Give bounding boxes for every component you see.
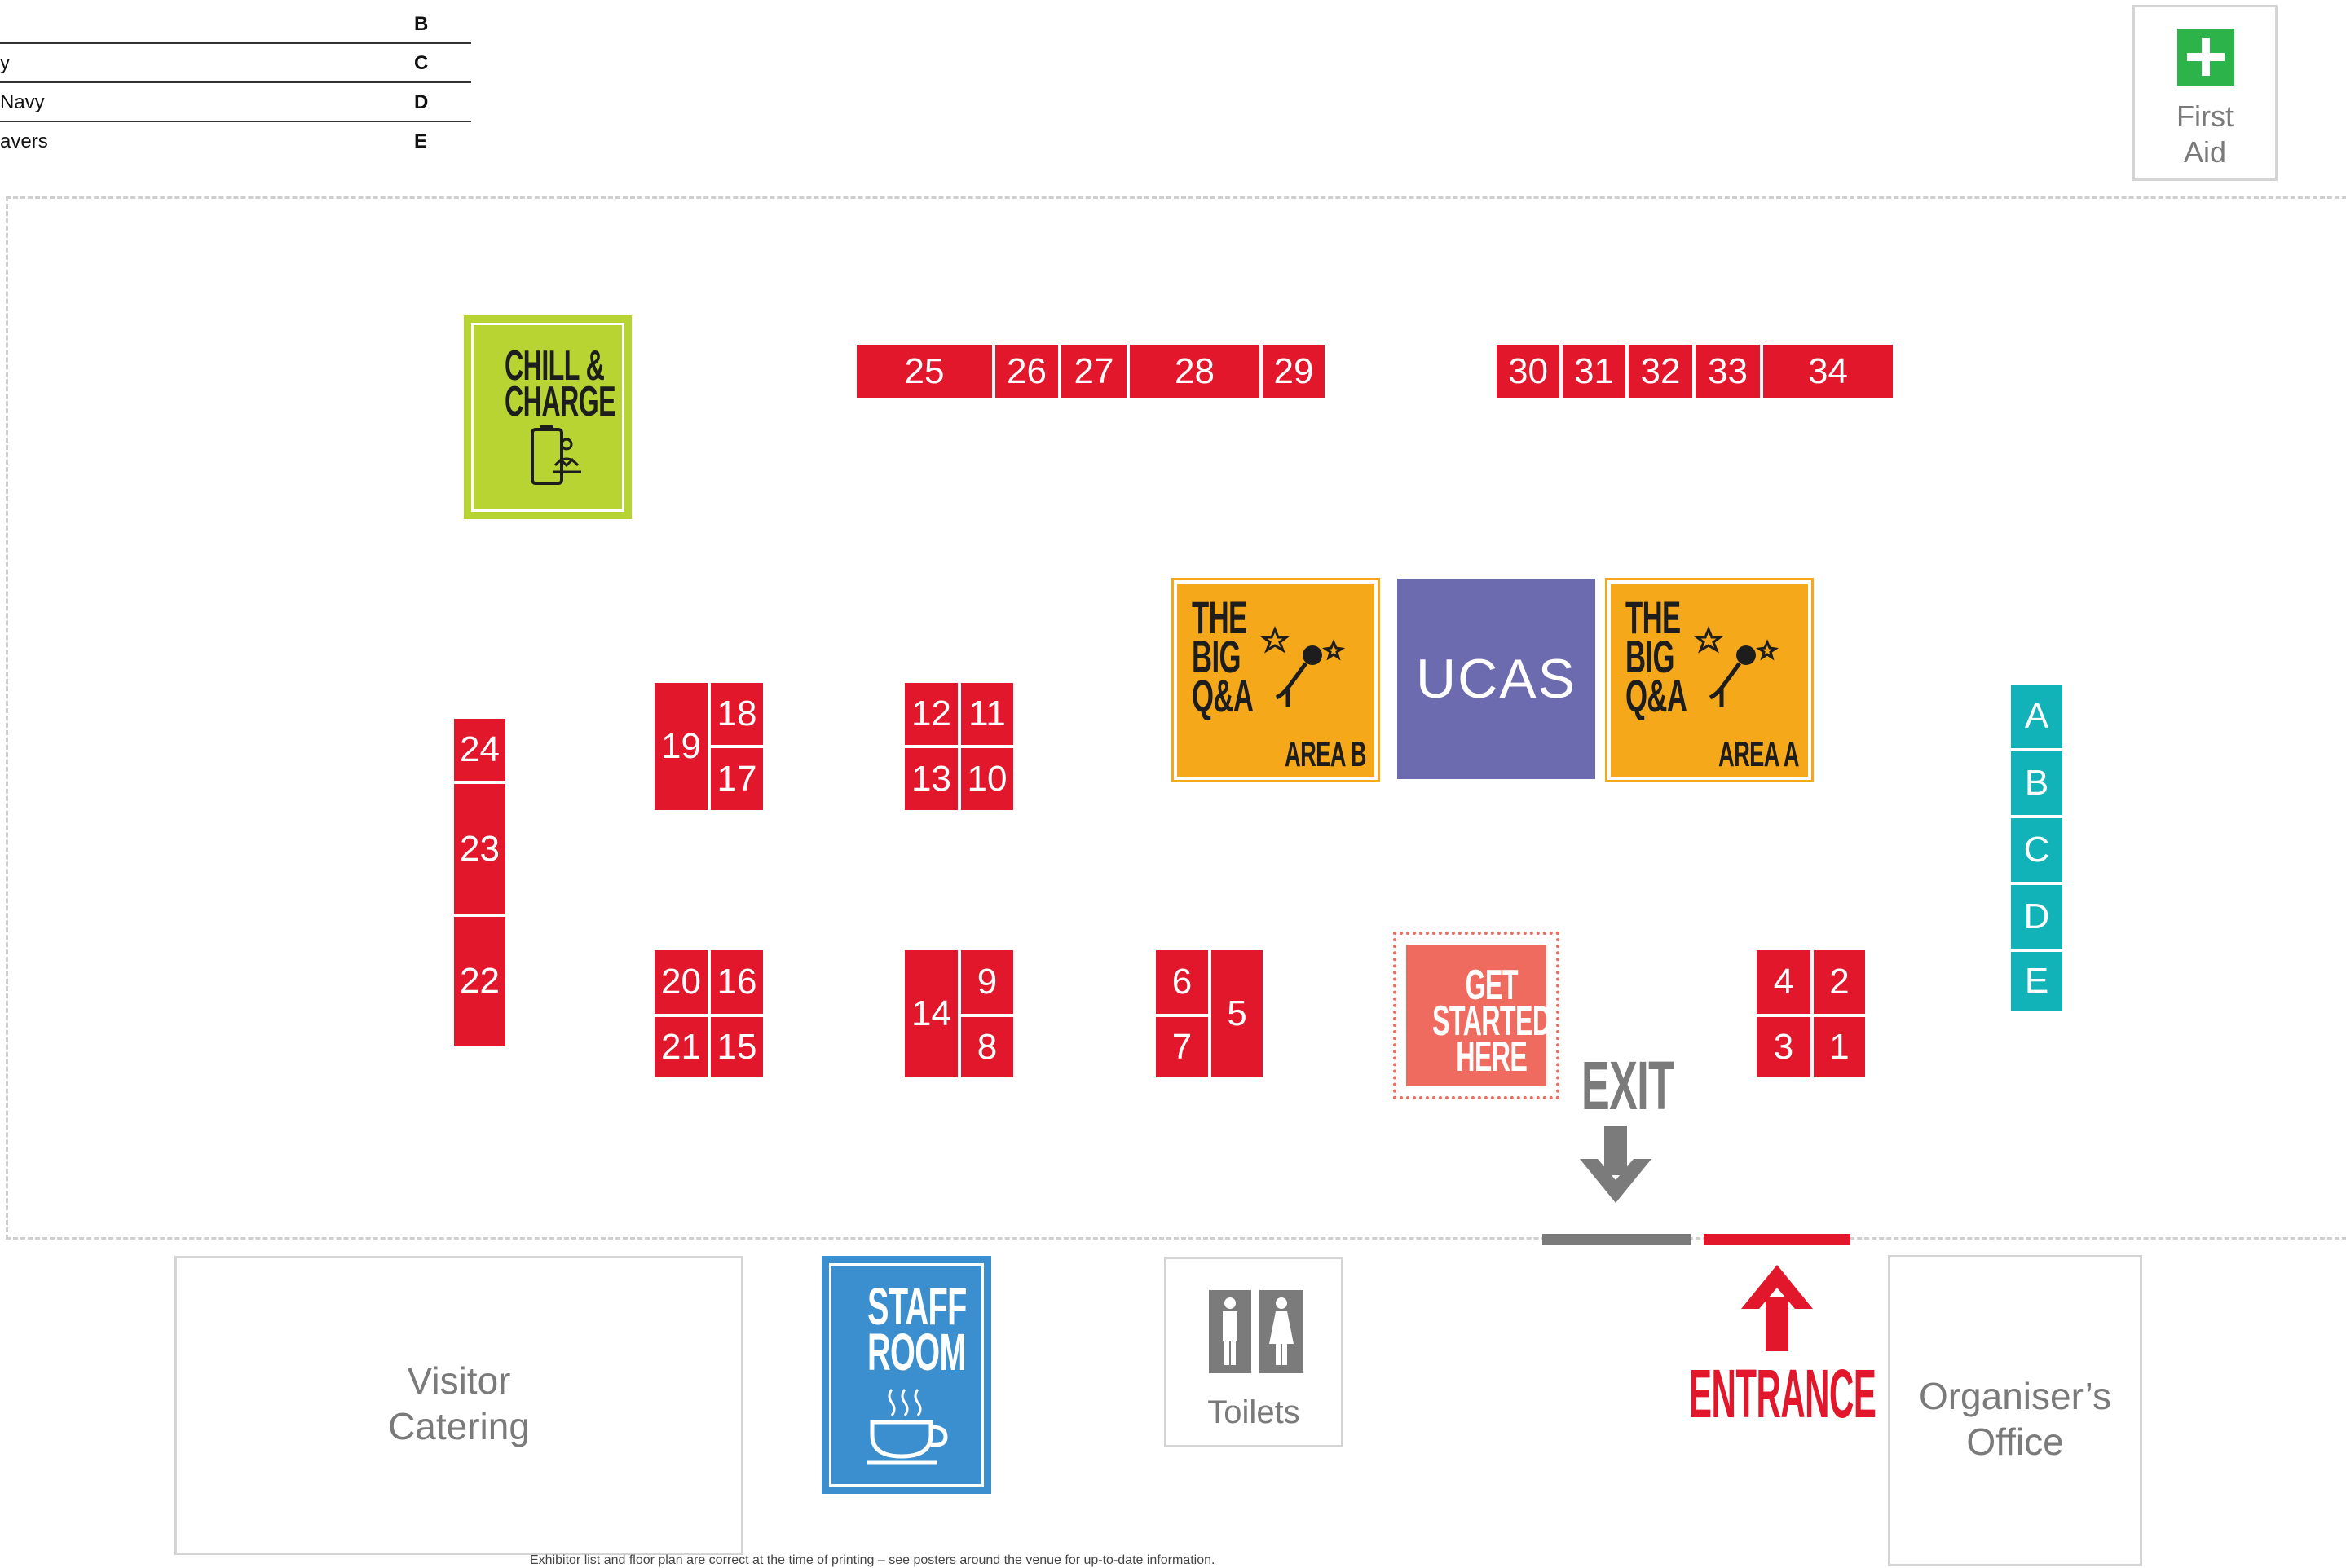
stand-14[interactable]: 14 xyxy=(903,949,959,1079)
info-stand-b[interactable]: B xyxy=(2009,750,2064,817)
organisers-office-room[interactable]: Organiser’s Office xyxy=(1888,1255,2142,1566)
stand-13[interactable]: 13 xyxy=(903,747,959,812)
stand-2[interactable]: 2 xyxy=(1812,949,1867,1015)
up-arrow-icon xyxy=(1741,1265,1813,1351)
info-stand-a[interactable]: A xyxy=(2009,683,2064,750)
stand-18[interactable]: 18 xyxy=(709,681,765,747)
stand-15[interactable]: 15 xyxy=(709,1015,765,1079)
microphone-icon xyxy=(1259,625,1346,707)
toilets-label: Toilets xyxy=(1207,1394,1300,1430)
stand-22[interactable]: 22 xyxy=(452,915,507,1047)
stand-10[interactable]: 10 xyxy=(959,747,1015,812)
stand-1[interactable]: 1 xyxy=(1812,1015,1867,1079)
stand-25[interactable]: 25 xyxy=(855,343,994,399)
legend-code: C xyxy=(414,52,429,74)
ucas-stand[interactable]: UCAS xyxy=(1397,579,1595,779)
stand-32[interactable]: 32 xyxy=(1627,343,1694,399)
stand-4[interactable]: 4 xyxy=(1755,949,1812,1015)
entrance-label: ENTRANCE xyxy=(1689,1355,1876,1432)
toilet-people-icon xyxy=(1209,1290,1303,1373)
area-label: AREA B xyxy=(1285,734,1366,774)
visitor-catering-label: Visitor Catering xyxy=(388,1359,530,1447)
get-started-label: GET STARTED HERE xyxy=(1432,962,1551,1081)
first-aid-room[interactable]: First Aid xyxy=(2132,5,2278,181)
big-qa-area-b[interactable]: THE BIG Q&A AREA B xyxy=(1171,578,1380,782)
big-qa-title: THE BIG Q&A xyxy=(1625,592,1687,721)
stand-8[interactable]: 8 xyxy=(959,1015,1015,1079)
coffee-cup-icon xyxy=(867,1389,948,1465)
stand-30[interactable]: 30 xyxy=(1495,343,1561,399)
info-stand-e[interactable]: E xyxy=(2009,950,2064,1012)
stand-6[interactable]: 6 xyxy=(1154,949,1210,1015)
stand-23[interactable]: 23 xyxy=(452,782,507,915)
stand-19[interactable]: 19 xyxy=(653,681,709,812)
staff-room[interactable]: STAFF ROOM xyxy=(822,1256,991,1494)
first-aid-icon xyxy=(2177,29,2234,86)
stand-12[interactable]: 12 xyxy=(903,681,959,747)
legend-row: B xyxy=(0,3,471,44)
entrance-doorway xyxy=(1704,1234,1850,1245)
big-qa-area-a[interactable]: THE BIG Q&A AREA A xyxy=(1605,578,1814,782)
stand-28[interactable]: 28 xyxy=(1128,343,1261,399)
legend-code: E xyxy=(414,130,428,152)
first-aid-label: First Aid xyxy=(2176,99,2234,169)
legend-name: Navy xyxy=(0,91,45,113)
legend-name: y xyxy=(0,52,10,74)
stand-9[interactable]: 9 xyxy=(959,949,1015,1015)
stand-21[interactable]: 21 xyxy=(653,1015,709,1079)
chill-and-charge-zone[interactable]: CHILL & CHARGE xyxy=(464,315,632,519)
legend-row: Navy D xyxy=(0,81,471,122)
stand-16[interactable]: 16 xyxy=(709,949,765,1015)
stand-26[interactable]: 26 xyxy=(994,343,1060,399)
legend-name: avers xyxy=(0,130,48,152)
stand-33[interactable]: 33 xyxy=(1694,343,1762,399)
stand-7[interactable]: 7 xyxy=(1154,1015,1210,1079)
legend-row: y C xyxy=(0,42,471,83)
info-stand-c[interactable]: C xyxy=(2009,817,2064,883)
big-qa-title: THE BIG Q&A xyxy=(1192,592,1254,721)
exit-doorway xyxy=(1542,1234,1691,1245)
info-stand-d[interactable]: D xyxy=(2009,883,2064,950)
ucas-logo: UCAS xyxy=(1416,648,1576,710)
stand-29[interactable]: 29 xyxy=(1261,343,1326,399)
legend-code: B xyxy=(414,13,429,35)
visitor-catering-room[interactable]: Visitor Catering xyxy=(174,1256,743,1555)
legend-row: avers E xyxy=(0,121,471,160)
stand-34[interactable]: 34 xyxy=(1762,343,1894,399)
staff-room-label: STAFF ROOM xyxy=(867,1277,967,1381)
exit-label: EXIT xyxy=(1581,1047,1674,1124)
stand-24[interactable]: 24 xyxy=(452,717,507,782)
stand-11[interactable]: 11 xyxy=(959,681,1015,747)
stand-31[interactable]: 31 xyxy=(1561,343,1627,399)
get-started-here-zone[interactable]: GET STARTED HERE xyxy=(1393,932,1559,1099)
stand-17[interactable]: 17 xyxy=(709,747,765,812)
stand-3[interactable]: 3 xyxy=(1755,1015,1812,1079)
microphone-icon xyxy=(1693,625,1779,707)
toilets-room[interactable]: Toilets xyxy=(1164,1257,1343,1447)
footer-disclaimer: Exhibitor list and floor plan are correc… xyxy=(530,1553,1215,1567)
chill-charge-label: CHILL & CHARGE xyxy=(505,342,616,425)
area-label: AREA A xyxy=(1718,734,1799,774)
organisers-office-label: Organiser’s Office xyxy=(1918,1375,2112,1463)
down-arrow-icon xyxy=(1580,1126,1651,1203)
stand-27[interactable]: 27 xyxy=(1060,343,1128,399)
battery-meditation-icon xyxy=(531,425,581,485)
stand-20[interactable]: 20 xyxy=(653,949,709,1015)
legend-code: D xyxy=(414,91,429,113)
stand-5[interactable]: 5 xyxy=(1210,949,1264,1079)
